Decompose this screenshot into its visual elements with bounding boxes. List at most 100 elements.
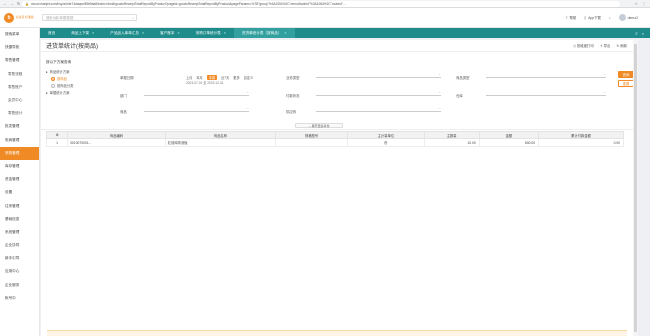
export-label: 导出: [603, 44, 611, 48]
sidebar-item[interactable]: 库存管理: [0, 160, 39, 173]
close-icon[interactable]: ×: [92, 31, 94, 35]
search-placeholder: 搜索功能/单据/数据: [46, 16, 74, 20]
column-header[interactable]: 主计量单位: [347, 131, 425, 139]
table-row[interactable]: 1 0010070001... 红烧鸡肉汤饭 份 10.00 800.00 0.00: [45, 138, 624, 147]
sidebar-item[interactable]: 企业协同: [0, 239, 39, 252]
column-header[interactable]: 商品编码: [67, 131, 166, 139]
search-input[interactable]: 搜索功能/单据/数据 ⌕: [42, 14, 137, 21]
column-header[interactable]: 商品名称: [164, 131, 277, 139]
sidebar-item[interactable]: 设置: [0, 186, 39, 199]
tab[interactable]: 首页: [40, 28, 63, 38]
sidebar-item[interactable]: 往来管理: [0, 199, 39, 212]
settings-column-header[interactable]: ⚙: [45, 131, 69, 139]
date-range[interactable]: 2023-07-01 至 2023-12-31: [186, 80, 224, 85]
forward-icon[interactable]: →: [10, 1, 14, 6]
search-icon[interactable]: ⌕: [132, 16, 134, 20]
reset-button[interactable]: 重置: [618, 80, 634, 87]
tab[interactable]: 客户账本 ×: [152, 28, 187, 38]
table-cell: 0.00: [538, 138, 624, 147]
sidebar-item[interactable]: 会员中心: [0, 94, 39, 107]
sidebar-item[interactable]: 零售管理: [0, 54, 39, 67]
tab[interactable]: 采购订单统计表 ×: [188, 28, 234, 38]
notification-button[interactable]: ♪: [609, 16, 611, 20]
close-icon[interactable]: ×: [178, 31, 180, 35]
scheme-tree-node[interactable]: 按商品: [46, 75, 106, 82]
help-link[interactable]: ? 帮助: [566, 15, 577, 21]
expand-more-button[interactable]: ⌄ 展开更多条件: [295, 123, 343, 128]
search-button[interactable]: 查询: [618, 71, 634, 78]
reload-icon[interactable]: ↻: [17, 1, 20, 6]
sidebar-item[interactable]: 采购管理: [0, 146, 39, 160]
sidebar-item[interactable]: 帐号中: [0, 292, 39, 305]
tab[interactable]: 产品品入库单汇总 ×: [102, 28, 152, 38]
page-title: 进货单统计(按商品): [46, 44, 98, 50]
column-header[interactable]: 规格型号: [275, 131, 349, 139]
sidebar-item[interactable]: 基础信息: [0, 213, 39, 226]
scrollbar[interactable]: [633, 40, 638, 336]
scheme-tree-title: 按以下方案查询: [46, 60, 72, 64]
scheme-tree: 按以下方案查询 ▸ 商品统计方案 按商品 按商品分类 ▸ 单据统计方案: [46, 60, 106, 96]
tab[interactable]: 进货单统计表（按商品） ×: [233, 28, 295, 38]
sidebar-item[interactable]: 零售流程: [0, 68, 39, 81]
phone-icon: ▯: [584, 15, 587, 20]
scheme-tree-node[interactable]: 按商品分类: [46, 82, 106, 89]
sidebar-item[interactable]: 批发管理: [0, 120, 39, 133]
column-header[interactable]: 主数量: [423, 131, 480, 139]
sidebar-item[interactable]: 零售账户: [0, 81, 39, 94]
sidebar-item[interactable]: 快捷导航: [0, 41, 39, 54]
department-select[interactable]: ⌄: [144, 90, 249, 96]
page-actions: ⎙ 按维度打印 ⇪ 导出 ↻ 刷新: [573, 43, 633, 48]
business-type-select[interactable]: ⌄: [316, 72, 441, 78]
sidebar-item[interactable]: 应用中心: [0, 265, 39, 278]
back-icon[interactable]: ←: [3, 1, 7, 6]
refresh-button[interactable]: ↻ 刷新: [616, 43, 627, 48]
radio-button[interactable]: [51, 76, 55, 81]
product-type-select[interactable]: ⌄: [486, 72, 606, 78]
browser-toolbar: ← → ↻ 🔒 cloud.chanjet.com/hsy/a4nbr74daq…: [0, 0, 650, 8]
receipt-status-select[interactable]: ⌄: [316, 90, 441, 96]
logo-mark: b: [4, 12, 14, 23]
table-header-row: ⚙ 商品编码 商品名称 规格型号 主计量单位 主数量 金额 累计付款金额: [45, 131, 624, 139]
table-cell: 份: [347, 138, 425, 147]
column-header[interactable]: 累计付款金额: [538, 131, 624, 139]
column-header[interactable]: 金额: [478, 131, 540, 139]
close-icon[interactable]: ×: [284, 31, 286, 35]
scheme-tree-node[interactable]: ▸ 单据统计方案: [46, 89, 106, 96]
scroll-thumb[interactable]: [634, 44, 637, 332]
lock-icon: 🔒: [25, 1, 29, 6]
sidebar-item[interactable]: 资金管理: [0, 173, 39, 186]
business-type-label: 业务类型: [286, 76, 300, 80]
chevron-down-icon: ⌄: [246, 90, 249, 94]
supplier-select[interactable]: ⋯: [316, 106, 441, 112]
report-content: 进货单统计(按商品) ⎙ 按维度打印 ⇪ 导出 ↻ 刷新 按以下方案查询 ▸ 商品…: [41, 40, 634, 336]
radio-button[interactable]: [51, 83, 55, 88]
filter-panel: 按以下方案查询 ▸ 商品统计方案 按商品 按商品分类 ▸ 单据统计方案 单据日期 上月 本月…: [41, 52, 634, 130]
product-select[interactable]: ⋯: [144, 106, 249, 112]
date-option[interactable]: 更多: [233, 75, 239, 80]
close-icon[interactable]: ×: [224, 31, 226, 35]
sidebar-item[interactable]: 系统管理: [0, 226, 39, 239]
app-download-link[interactable]: ▯ App下载: [584, 15, 601, 21]
warehouse-select[interactable]: ⋯: [486, 90, 606, 96]
close-all-icon[interactable]: ×: [642, 31, 644, 36]
app-download-label: App下载: [588, 16, 601, 20]
chevron-down-icon: ⌄: [603, 72, 606, 76]
export-button[interactable]: ⇪ 导出: [600, 43, 611, 48]
sidebar-item[interactable]: 新手引导: [0, 252, 39, 265]
sidebar-item[interactable]: 零售统计: [0, 107, 39, 120]
sidebar-item[interactable]: 搜索菜单: [0, 28, 39, 41]
date-option[interactable]: 自定义: [244, 75, 254, 80]
tabs-menu-icon[interactable]: ≡: [635, 31, 637, 36]
tab[interactable]: 商品上下架 ×: [63, 28, 102, 38]
tab-label: 进货单统计表（按商品）: [241, 30, 282, 35]
scheme-tree-node[interactable]: ▸ 商品统计方案: [46, 68, 106, 75]
star-icon[interactable]: ☆: [634, 1, 638, 6]
menu-icon[interactable]: ⋮: [642, 1, 646, 6]
sidebar-item[interactable]: 企业服务: [0, 279, 39, 292]
address-bar[interactable]: 🔒 cloud.chanjet.com/hsy/a4nbr74daqsn/89b…: [22, 0, 620, 7]
tab-label: 客户账本: [160, 30, 175, 35]
user-menu[interactable]: demo2: [618, 14, 638, 21]
print-button[interactable]: ⎙ 按维度打印: [573, 43, 594, 48]
sidebar-item[interactable]: 电商管理: [0, 134, 39, 147]
close-icon[interactable]: ×: [142, 31, 144, 35]
